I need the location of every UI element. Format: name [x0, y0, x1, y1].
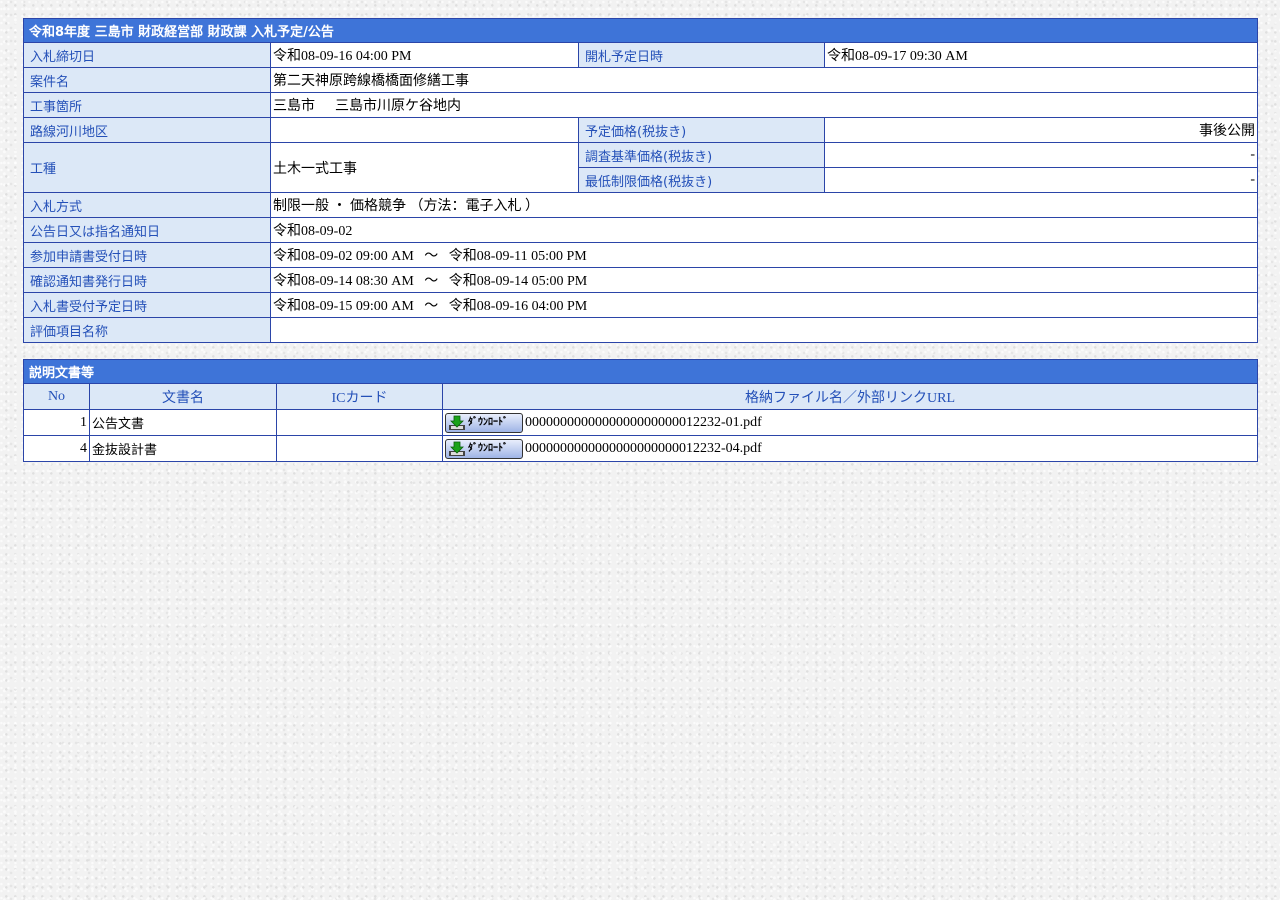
table-row: 4 金抜設計書 ﾀﾞｳﾝﾛｰﾄﾞ 00000000000000000000000…	[23, 435, 1259, 462]
bid-accept-end: 令和08-09-16 04:00 PM	[448, 299, 588, 314]
application-label: 参加申請書受付日時	[23, 242, 271, 268]
page-content: 令和8年度 三島市 財政経営部 財政課 入札予定/公告 入札締切日 令和08-0…	[22, 18, 1259, 462]
location-value: 三島市 三島市川原ケ谷地内	[269, 92, 1259, 118]
doc-file-name: 0000000000000000000000012232-04.pdf	[525, 440, 762, 456]
planned-price-value: 事後公開	[823, 117, 1259, 143]
doc-no: 1	[23, 409, 90, 436]
doc-file-cell: ﾀﾞｳﾝﾛｰﾄﾞ 0000000000000000000000012232-04…	[441, 435, 1259, 462]
doc-name: 公告文書	[89, 409, 277, 436]
confirm-label: 確認通知書発行日時	[23, 267, 271, 293]
location-city: 三島市	[273, 99, 315, 114]
header-no: No	[23, 383, 90, 410]
header-doc-name: 文書名	[89, 383, 277, 410]
case-name-label: 案件名	[23, 67, 271, 93]
planned-price-label: 予定価格(税抜き)	[578, 117, 825, 143]
route-label: 路線河川地区	[23, 117, 271, 143]
eval-value	[269, 317, 1259, 343]
doc-no: 4	[23, 435, 90, 462]
download-arrow-icon	[449, 441, 465, 456]
header-file: 格納ファイル名／外部リンクURL	[441, 383, 1259, 410]
deadline-label: 入札締切日	[23, 42, 271, 68]
survey-price-label: 調査基準価格(税抜き)	[578, 142, 825, 168]
bid-accept-label: 入札書受付予定日時	[23, 292, 271, 318]
confirm-end: 令和08-09-14 05:00 PM	[448, 274, 588, 289]
survey-price-value: -	[823, 142, 1259, 168]
doc-ic-card	[276, 409, 443, 436]
doc-name: 金抜設計書	[89, 435, 277, 462]
download-button[interactable]: ﾀﾞｳﾝﾛｰﾄﾞ	[445, 412, 523, 433]
bid-accept-start: 令和08-09-15 09:00 AM	[273, 299, 414, 314]
bid-info-table: 令和8年度 三島市 財政経営部 財政課 入札予定/公告 入札締切日 令和08-0…	[22, 18, 1259, 343]
download-button-label: ﾀﾞｳﾝﾛｰﾄﾞ	[468, 442, 508, 454]
application-range: 令和08-09-02 09:00 AM ～ 令和08-09-11 05:00 P…	[269, 242, 1259, 268]
method-value: 制限一般 ・ 価格競争 （方法：電子入札 ）	[269, 192, 1259, 218]
bid-accept-range: 令和08-09-15 09:00 AM ～ 令和08-09-16 04:00 P…	[269, 292, 1259, 318]
range-separator: ～	[424, 299, 439, 314]
confirm-start: 令和08-09-14 08:30 AM	[273, 274, 414, 289]
work-type-label: 工種	[23, 142, 271, 193]
download-button[interactable]: ﾀﾞｳﾝﾛｰﾄﾞ	[445, 438, 523, 459]
eval-label: 評価項目名称	[23, 317, 271, 343]
route-value	[270, 117, 579, 143]
case-name-value: 第二天神原跨線橋橋面修繕工事	[269, 67, 1259, 93]
notice-date-label: 公告日又は指名通知日	[23, 217, 271, 243]
application-end: 令和08-09-11 05:00 PM	[448, 249, 587, 264]
doc-ic-card	[276, 435, 443, 462]
table-row: 1 公告文書 ﾀﾞｳﾝﾛｰﾄﾞ 000000000000000000000001…	[23, 409, 1259, 436]
application-start: 令和08-09-02 09:00 AM	[273, 249, 414, 264]
location-label: 工事箇所	[23, 92, 271, 118]
doc-file-cell: ﾀﾞｳﾝﾛｰﾄﾞ 0000000000000000000000012232-01…	[441, 409, 1259, 436]
notice-date-value: 令和08-09-02	[269, 217, 1259, 243]
min-price-value: -	[823, 167, 1259, 193]
method-label: 入札方式	[23, 192, 271, 218]
documents-table-title: 説明文書等	[22, 359, 1259, 384]
deadline-value: 令和08-09-16 04:00 PM	[270, 42, 579, 68]
header-ic-card: ICカード	[276, 383, 443, 410]
opening-value: 令和08-09-17 09:30 AM	[823, 42, 1259, 68]
confirm-range: 令和08-09-14 08:30 AM ～ 令和08-09-14 05:00 P…	[269, 267, 1259, 293]
download-arrow-icon	[449, 415, 465, 430]
min-price-label: 最低制限価格(税抜き)	[578, 167, 825, 193]
range-separator: ～	[424, 274, 439, 289]
range-separator: ～	[424, 249, 439, 264]
work-type-value: 土木一式工事	[270, 142, 579, 193]
doc-file-name: 0000000000000000000000012232-01.pdf	[525, 414, 762, 430]
opening-label: 開札予定日時	[578, 42, 825, 68]
info-table-title: 令和8年度 三島市 財政経営部 財政課 入札予定/公告	[22, 18, 1259, 43]
documents-table: 説明文書等 No 文書名 ICカード 格納ファイル名／外部リンクURL 1 公告…	[22, 359, 1259, 462]
location-detail: 三島市川原ケ谷地内	[335, 99, 461, 114]
download-button-label: ﾀﾞｳﾝﾛｰﾄﾞ	[468, 416, 508, 428]
